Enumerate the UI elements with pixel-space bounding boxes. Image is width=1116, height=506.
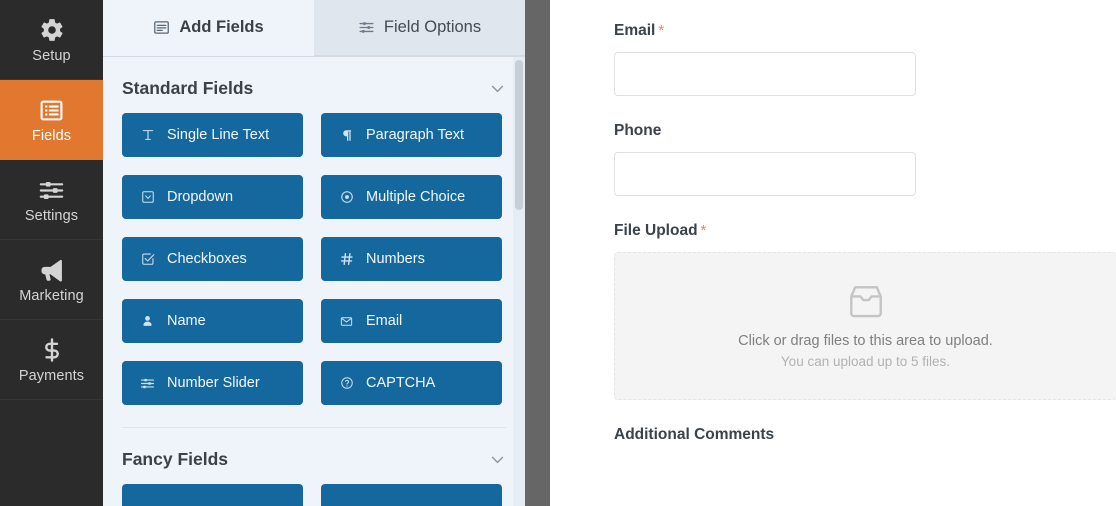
field-button-numbers[interactable]: Numbers — [321, 237, 502, 281]
panel-tab-bar: Add Fields Field Options — [103, 0, 525, 57]
field-label: Phone — [614, 122, 1091, 140]
preview-field-email[interactable]: Email * — [614, 22, 1091, 96]
field-button-fancy-partial-1[interactable] — [122, 484, 303, 506]
field-button-dropdown[interactable]: Dropdown — [122, 175, 303, 219]
field-button-single-line-text[interactable]: Single Line Text — [122, 113, 303, 157]
field-button-multiple-choice[interactable]: Multiple Choice — [321, 175, 502, 219]
field-button-number-slider[interactable]: Number Slider — [122, 361, 303, 405]
field-button-label: Multiple Choice — [366, 189, 466, 205]
required-asterisk: * — [700, 222, 707, 239]
add-fields-panel: Add Fields Field Options Standard Fields… — [103, 0, 525, 506]
standard-fields-grid: Single Line Text Paragraph Text Dropdown… — [122, 113, 506, 405]
sidebar-item-setup[interactable]: Setup — [0, 0, 103, 80]
field-button-name[interactable]: Name — [122, 299, 303, 343]
form-preview: Email * Phone File Upload * Click or dra… — [550, 0, 1116, 506]
text-cursor-icon — [139, 128, 156, 142]
megaphone-icon — [38, 255, 66, 285]
field-button-label: Dropdown — [167, 189, 234, 205]
radio-button-icon — [338, 190, 355, 204]
field-button-label: Checkboxes — [167, 251, 247, 267]
field-label-text: File Upload — [614, 222, 698, 239]
group-header-fancy-fields[interactable]: Fancy Fields — [122, 428, 506, 484]
field-label-text: Additional Comments — [614, 426, 775, 443]
envelope-icon — [338, 315, 355, 328]
add-fields-icon — [153, 19, 170, 36]
sidebar-empty-space — [0, 400, 103, 506]
panel-scrollbar-thumb[interactable] — [515, 60, 523, 210]
field-button-label: Name — [167, 313, 206, 329]
sidebar-item-label: Marketing — [19, 288, 84, 305]
field-options-icon — [358, 19, 375, 36]
sidebar-item-label: Settings — [24, 208, 79, 225]
required-asterisk: * — [658, 22, 665, 39]
form-fields-icon — [39, 95, 64, 125]
field-button-fancy-partial-2[interactable] — [321, 484, 502, 506]
field-button-label: Email — [366, 313, 403, 329]
sidebar-item-settings[interactable]: Settings — [0, 160, 103, 240]
tab-label: Field Options — [383, 18, 482, 36]
sliders-icon — [139, 376, 156, 391]
upload-secondary-text: You can upload up to 5 files. — [780, 354, 951, 369]
dropdown-caret-icon — [139, 190, 156, 204]
sidebar-item-label: Payments — [18, 368, 85, 385]
phone-input[interactable] — [614, 152, 916, 196]
fancy-fields-grid — [122, 484, 506, 506]
builder-sidebar: Setup Fields Settings Marketing Payments — [0, 0, 103, 506]
inbox-tray-icon — [846, 283, 886, 319]
wpforms-builder: Setup Fields Settings Marketing Payments… — [0, 0, 1116, 506]
tab-label: Add Fields — [179, 18, 264, 36]
fields-scroll-area: Standard Fields Single Line Text Paragra… — [103, 57, 525, 506]
group-header-standard-fields[interactable]: Standard Fields — [122, 57, 506, 113]
field-button-captcha[interactable]: CAPTCHA — [321, 361, 502, 405]
field-button-paragraph-text[interactable]: Paragraph Text — [321, 113, 502, 157]
chevron-down-icon[interactable] — [489, 451, 506, 468]
sidebar-item-fields[interactable]: Fields — [0, 80, 103, 160]
sidebar-item-label: Setup — [32, 48, 71, 65]
preview-field-file-upload[interactable]: File Upload * Click or drag files to this… — [614, 222, 1116, 400]
checkbox-icon — [139, 252, 156, 266]
field-button-label: Single Line Text — [167, 127, 270, 143]
dollar-sign-icon — [39, 335, 65, 365]
field-label: File Upload * — [614, 222, 1091, 240]
field-button-label: Paragraph Text — [366, 127, 465, 143]
sidebar-item-marketing[interactable]: Marketing — [0, 240, 103, 320]
hash-icon — [338, 252, 355, 266]
field-button-email[interactable]: Email — [321, 299, 502, 343]
upload-primary-text: Click or drag files to this area to uplo… — [738, 333, 993, 349]
preview-field-phone[interactable]: Phone — [614, 122, 1091, 196]
tab-add-fields[interactable]: Add Fields — [103, 0, 314, 56]
field-label: Email * — [614, 22, 1091, 40]
field-button-label: Number Slider — [167, 375, 260, 391]
field-button-label: CAPTCHA — [366, 375, 436, 391]
preview-field-additional-comments[interactable]: Additional Comments — [614, 426, 1091, 444]
sidebar-item-payments[interactable]: Payments — [0, 320, 103, 400]
sidebar-item-label: Fields — [31, 128, 72, 145]
email-input[interactable] — [614, 52, 916, 96]
field-button-checkboxes[interactable]: Checkboxes — [122, 237, 303, 281]
field-label-text: Phone — [614, 122, 662, 139]
question-circle-icon — [338, 376, 355, 390]
tab-field-options[interactable]: Field Options — [314, 0, 525, 56]
pilcrow-icon — [338, 128, 355, 143]
gear-icon — [39, 15, 65, 45]
file-upload-dropzone[interactable]: Click or drag files to this area to uplo… — [614, 252, 1116, 400]
chevron-down-icon[interactable] — [489, 80, 506, 97]
field-label-text: Email — [614, 22, 656, 39]
group-title: Fancy Fields — [122, 448, 229, 469]
sliders-icon — [38, 175, 65, 205]
group-title: Standard Fields — [122, 77, 254, 98]
user-icon — [139, 314, 156, 328]
panel-preview-divider — [525, 0, 550, 506]
field-button-label: Numbers — [366, 251, 425, 267]
